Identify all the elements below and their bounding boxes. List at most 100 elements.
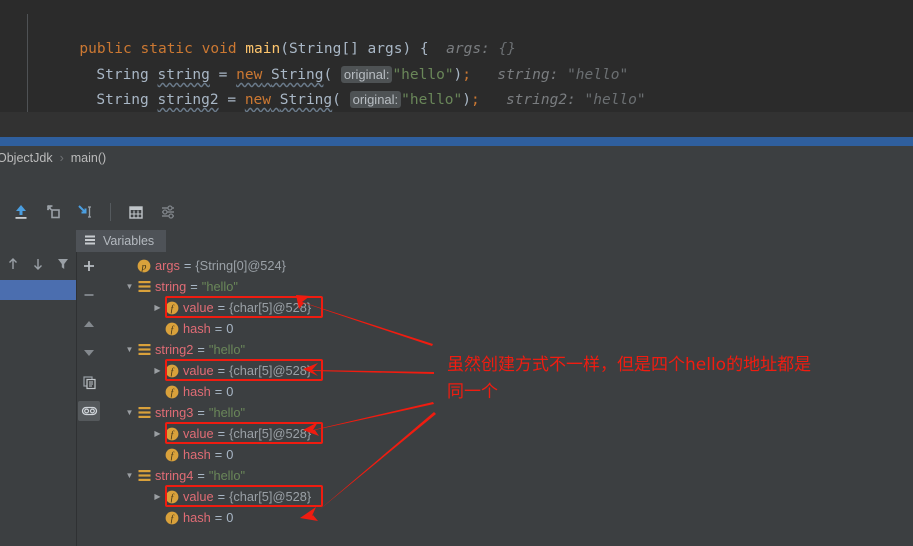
expander-placeholder <box>123 255 136 276</box>
expander-collapse-icon[interactable]: ▼ <box>123 339 136 360</box>
step-out-icon[interactable] <box>8 199 34 225</box>
frames-toolbar <box>0 252 76 280</box>
code-line-string4[interactable]: String string4 = "hello"; string4: "hell… <box>0 112 913 146</box>
variable-row-value[interactable]: ▶ f value = {char[5]@528} <box>151 486 311 507</box>
svg-text:p: p <box>141 262 147 272</box>
field-icon: f <box>164 360 180 381</box>
variable-row-hash[interactable]: f hash = 0 <box>151 507 233 528</box>
variable-value: {String[0]@524} <box>195 258 286 273</box>
watches-vertical-toolbar <box>77 252 101 546</box>
variable-equals: = <box>197 405 205 420</box>
variable-row-hash[interactable]: f hash = 0 <box>151 444 233 465</box>
variable-row-hash[interactable]: f hash = 0 <box>151 318 233 339</box>
variable-value: {char[5]@528} <box>229 300 312 315</box>
remove-watch-button[interactable] <box>78 285 100 305</box>
variable-name: value <box>183 426 214 441</box>
field-icon: f <box>164 318 180 339</box>
field-icon: f <box>164 444 180 465</box>
annotation-line-1: 虽然创建方式不一样，但是四个hello的地址都是 <box>447 355 812 375</box>
expander-expand-icon[interactable]: ▶ <box>151 297 164 318</box>
frame-list-item-selected[interactable] <box>0 280 76 300</box>
expander-collapse-icon[interactable]: ▼ <box>123 276 136 297</box>
copy-value-button[interactable] <box>78 372 100 392</box>
code-line-string1[interactable]: String string = new String( original: "he… <box>0 37 913 83</box>
frames-down-icon[interactable] <box>31 256 45 277</box>
tab-variables[interactable]: Variables <box>76 230 167 252</box>
variable-equals: = <box>214 447 223 462</box>
variable-equals: = <box>217 426 226 441</box>
variables-tab-icon <box>84 234 96 249</box>
variable-equals: = <box>214 321 223 336</box>
variable-value: 0 <box>226 321 234 336</box>
move-watch-down-button[interactable] <box>78 343 100 363</box>
variable-equals: = <box>183 258 192 273</box>
debugger-toolbar <box>0 194 913 230</box>
variable-row-string[interactable]: ▼ string = "hello" <box>123 276 238 297</box>
variable-row-string2[interactable]: ▼ string2 = "hello" <box>123 339 246 360</box>
variable-value: {char[5]@528} <box>229 489 312 504</box>
field-icon: f <box>164 507 180 528</box>
expander-placeholder <box>151 507 164 528</box>
expander-expand-icon[interactable]: ▶ <box>151 360 164 381</box>
variable-name: hash <box>183 384 211 399</box>
breadcrumb-separator: › <box>59 150 64 165</box>
field-icon: f <box>164 423 180 444</box>
move-watch-up-button[interactable] <box>78 314 100 334</box>
evaluate-expression-icon[interactable] <box>123 199 149 225</box>
frames-list[interactable] <box>0 280 76 546</box>
variable-row-string4[interactable]: ▼ string4 = "hello" <box>123 465 246 486</box>
settings-lines-icon[interactable] <box>155 199 181 225</box>
variable-name: hash <box>183 321 211 336</box>
tab-variables-label: Variables <box>103 234 155 248</box>
variable-name: value <box>183 300 214 315</box>
field-icon: f <box>164 381 180 402</box>
code-line-string2[interactable]: String string2 = new String( original: "h… <box>0 62 913 108</box>
variable-name: args <box>155 258 180 273</box>
frames-filter-icon[interactable] <box>56 256 70 277</box>
expander-expand-icon[interactable]: ▶ <box>151 423 164 444</box>
code-line-main-signature[interactable]: public static void main(String[] args) {… <box>0 12 913 57</box>
panel-gap <box>0 169 913 194</box>
variable-value: 0 <box>226 510 234 525</box>
object-node-icon <box>136 465 152 486</box>
add-watch-button[interactable] <box>78 256 100 276</box>
toolbar-separator <box>110 203 111 221</box>
expander-collapse-icon[interactable]: ▼ <box>123 465 136 486</box>
variable-value: "hello" <box>201 279 238 294</box>
object-node-icon <box>136 276 152 297</box>
field-icon: f <box>164 486 180 507</box>
run-to-cursor-icon[interactable] <box>72 199 98 225</box>
breadcrumb-method[interactable]: main() <box>71 151 106 165</box>
expander-expand-icon[interactable]: ▶ <box>151 486 164 507</box>
code-editor[interactable]: public static void main(String[] args) {… <box>0 0 913 146</box>
variable-name: string4 <box>155 468 194 483</box>
frames-up-icon[interactable] <box>6 256 20 277</box>
variable-equals: = <box>197 342 205 357</box>
variable-row-args[interactable]: p args = {String[0]@524} <box>123 255 286 276</box>
code-line-string3[interactable]: String string3 = "hello"; string3: "hell… <box>0 87 913 132</box>
variable-value: "hello" <box>208 405 246 420</box>
variable-row-value[interactable]: ▶ f value = {char[5]@528} <box>151 297 311 318</box>
variable-name: string2 <box>155 342 194 357</box>
variable-row-value[interactable]: ▶ f value = {char[5]@528} <box>151 423 311 444</box>
object-node-icon <box>136 339 152 360</box>
variable-row-string3[interactable]: ▼ string3 = "hello" <box>123 402 246 423</box>
expander-collapse-icon[interactable]: ▼ <box>123 402 136 423</box>
variable-equals: = <box>190 279 198 294</box>
breadcrumb[interactable]: ObjectJdk › main() <box>0 146 913 169</box>
variable-name: value <box>183 489 214 504</box>
force-step-into-icon[interactable] <box>40 199 66 225</box>
variable-row-value[interactable]: ▶ f value = {char[5]@528} <box>151 360 311 381</box>
breadcrumb-class[interactable]: ObjectJdk <box>0 151 53 165</box>
variable-name: value <box>183 363 214 378</box>
variable-name: hash <box>183 510 211 525</box>
variable-name: string3 <box>155 405 194 420</box>
variable-row-hash[interactable]: f hash = 0 <box>151 381 233 402</box>
variable-value: "hello" <box>208 342 246 357</box>
variable-equals: = <box>197 468 205 483</box>
variable-equals: = <box>214 510 223 525</box>
code-line-println-selected[interactable]: System.out.println() <box>0 137 913 146</box>
inline-watches-button[interactable] <box>78 401 100 421</box>
expander-placeholder <box>151 318 164 339</box>
variable-equals: = <box>217 363 226 378</box>
